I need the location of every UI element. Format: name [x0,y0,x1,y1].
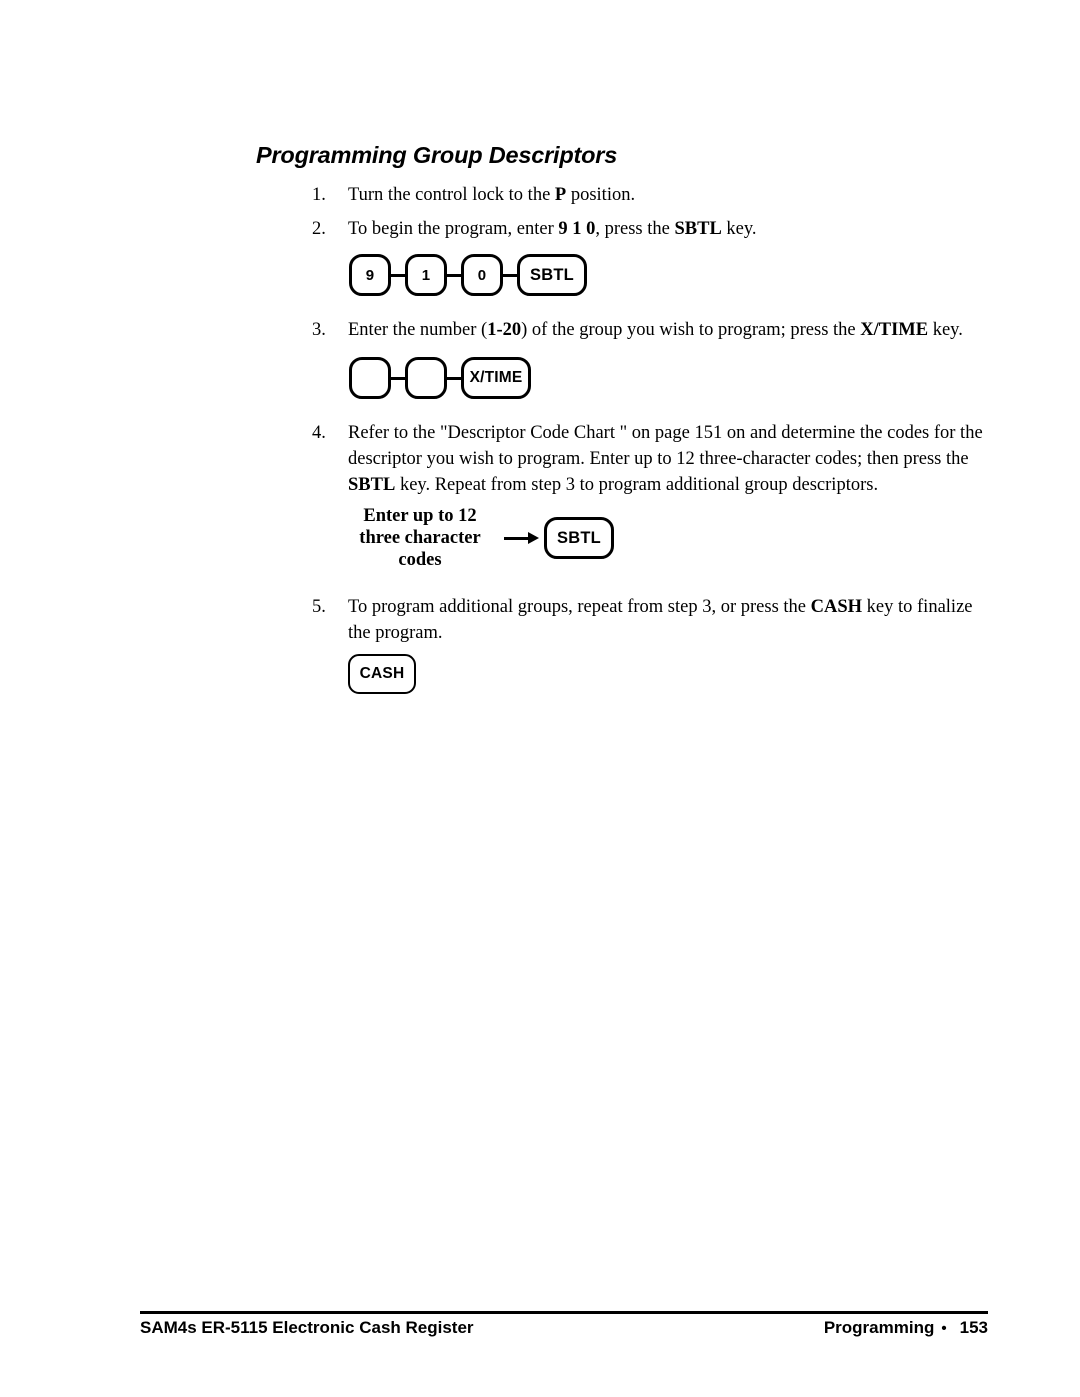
step-3-number: 3. [312,320,326,340]
key-9[interactable]: 9 [349,254,391,296]
key-blank-digit-2[interactable] [405,357,447,399]
arrow-shaft [504,537,531,540]
step-1-text: Turn the control lock to the P position. [348,185,636,205]
page-title: Programming Group Descriptors [256,142,618,168]
arrow-head [528,532,539,544]
step-2: 2. To begin the program, enter 9 1 0, pr… [312,216,984,242]
step-1: 1. Turn the control lock to the P positi… [312,182,984,208]
enter-codes-diagram: Enter up to 12 three character codes SBT… [352,505,614,571]
key-sbtl-finalize-descriptor[interactable]: SBTL [544,517,614,559]
key-sequence-group-number-xtime: X/TIME [349,357,531,399]
step-5: 5. To program additional groups, repeat … [312,594,984,646]
key-0[interactable]: 0 [461,254,503,296]
enter-codes-label: Enter up to 12 three character codes [352,505,488,571]
enter-codes-label-line-3: codes [398,550,442,570]
document-page: Programming Group Descriptors 1. Turn th… [0,0,1080,1397]
footer-product-name: SAM4s ER-5115 Electronic Cash Register [140,1318,474,1337]
key-1[interactable]: 1 [405,254,447,296]
key-connector [447,273,461,277]
key-xtime[interactable]: X/TIME [461,357,531,399]
key-sequence-910-sbtl: 9 1 0 SBTL [349,254,587,296]
footer-page-number: 153 [959,1318,988,1337]
footer-section-and-page: Programming • 153 [824,1318,988,1338]
page-footer: SAM4s ER-5115 Electronic Cash Register P… [140,1318,988,1338]
key-connector [447,376,461,380]
key-connector [391,273,405,277]
step-4-number: 4. [312,423,326,443]
step-4-text: Refer to the "Descriptor Code Chart " on… [348,423,983,495]
step-3-text: Enter the number (1-20) of the group you… [348,320,963,340]
step-2-number: 2. [312,219,326,239]
step-2-text: To begin the program, enter 9 1 0, press… [348,219,757,239]
enter-codes-label-line-1: Enter up to 12 [363,506,477,526]
step-4: 4. Refer to the "Descriptor Code Chart "… [312,420,984,498]
key-cash[interactable]: CASH [348,654,416,694]
key-connector [503,273,517,277]
footer-bullet-separator: • [941,1320,947,1337]
key-sbtl[interactable]: SBTL [517,254,587,296]
step-5-text: To program additional groups, repeat fro… [348,597,973,643]
key-connector [391,376,405,380]
key-blank-digit-1[interactable] [349,357,391,399]
key-sequence-cash: CASH [348,654,416,694]
arrow-right-icon [504,532,540,544]
footer-section-label: Programming [823,1318,935,1337]
enter-codes-label-line-2: three character [359,528,481,548]
step-3: 3. Enter the number (1-20) of the group … [312,317,984,343]
step-1-number: 1. [312,185,326,205]
step-5-number: 5. [312,597,326,617]
footer-divider [140,1311,988,1314]
